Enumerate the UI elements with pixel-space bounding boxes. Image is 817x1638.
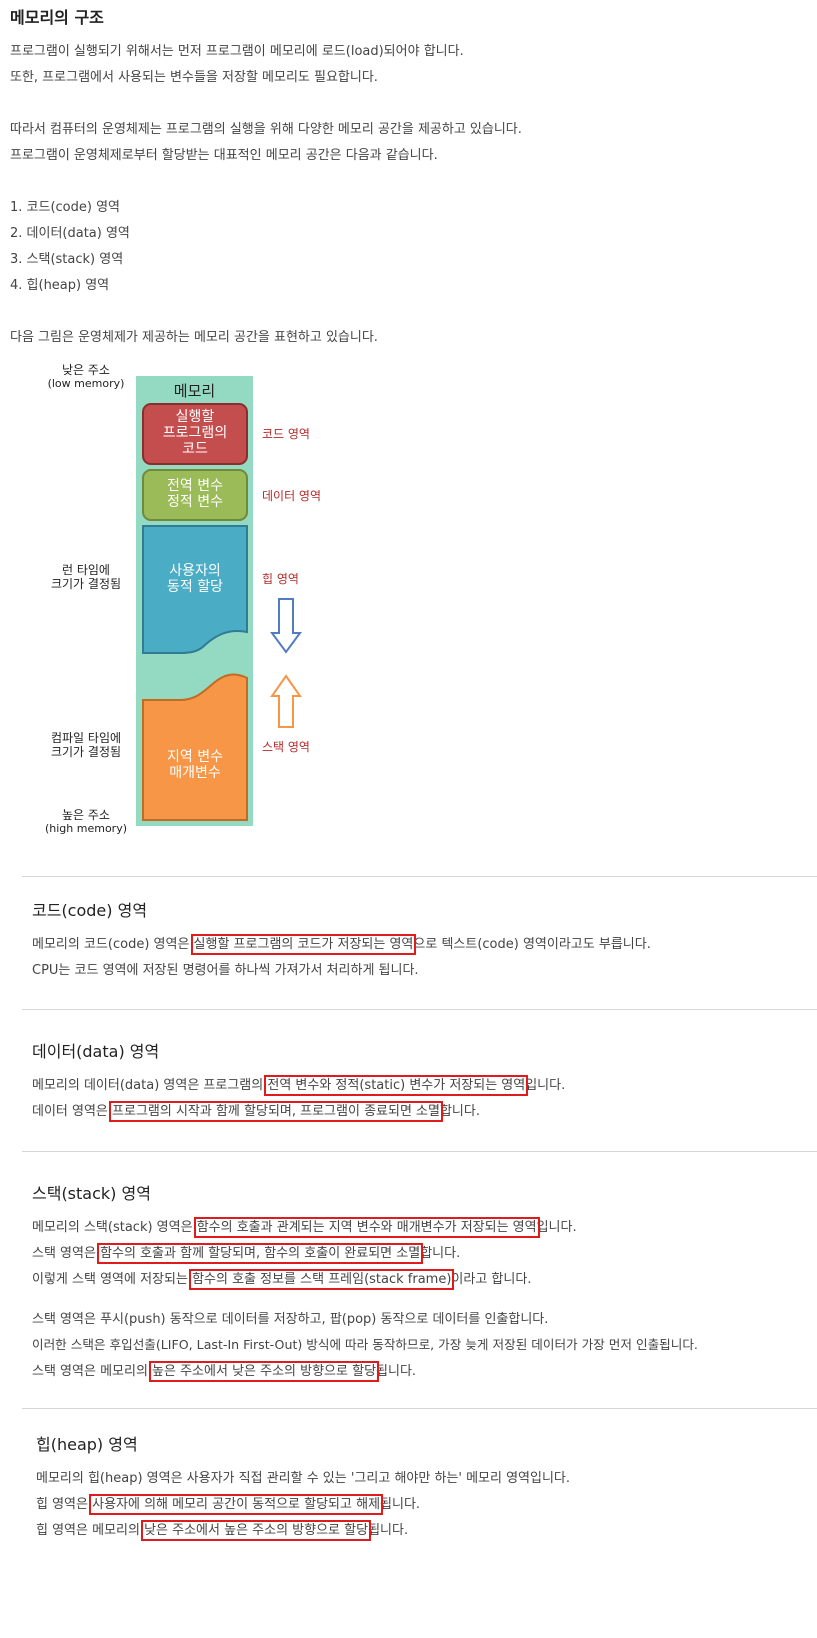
code-section-title: 코드(code) 영역: [32, 901, 148, 920]
code-section-line-1: 메모리의 코드(code) 영역은 실행할 프로그램의 코드가 저장되는 영역으…: [32, 934, 651, 955]
memory-title: 메모리: [173, 382, 216, 400]
stack-section: 스택(stack) 영역 메모리의 스택(stack) 영역은 함수의 호출과 …: [22, 1151, 817, 1407]
heap-section-line-2: 힙 영역은 사용자에 의해 메모리 공간이 동적으로 할당되고 해제됩니다.: [36, 1494, 421, 1515]
highlight: 전역 변수와 정적(static) 변수가 저장되는 영역: [264, 1075, 529, 1096]
stack-section-line-1: 메모리의 스택(stack) 영역은 함수의 호출과 관계되는 지역 변수와 매…: [32, 1217, 577, 1238]
up-arrow-icon: [270, 674, 302, 728]
stack-section-line-4: 스택 영역은 푸시(push) 동작으로 데이터를 저장하고, 팝(pop) 동…: [32, 1312, 549, 1327]
code-area-label: 코드 영역: [262, 427, 310, 441]
highlight: 함수의 호출과 함께 할당되며, 함수의 호출이 완료되면 소멸: [97, 1243, 424, 1264]
heap-box-label: 사용자의 동적 할당: [167, 563, 223, 595]
highlight: 실행할 프로그램의 코드가 저장되는 영역: [190, 934, 417, 955]
highlight: 프로그램의 시작과 함께 할당되며, 프로그램이 종료되면 소멸: [109, 1101, 443, 1122]
heap-section-title: 힙(heap) 영역: [36, 1435, 138, 1454]
data-box-label: 전역 변수 정적 변수: [167, 478, 223, 510]
heap-section-line-1: 메모리의 힙(heap) 영역은 사용자가 직접 관리할 수 있는 '그리고 해…: [36, 1471, 571, 1486]
code-box-label: 실행할 프로그램의 코드: [162, 409, 228, 457]
heap-section: 힙(heap) 영역 메모리의 힙(heap) 영역은 사용자가 직접 관리할 …: [22, 1408, 817, 1638]
data-section-line-2: 데이터 영역은 프로그램의 시작과 함께 할당되며, 프로그램이 종료되면 소멸…: [32, 1101, 480, 1122]
data-section-title: 데이터(data) 영역: [32, 1042, 160, 1061]
data-area-label: 데이터 영역: [262, 489, 322, 503]
stack-section-line-2: 스택 영역은 함수의 호출과 함께 할당되며, 함수의 호출이 완료되면 소멸합…: [32, 1243, 461, 1264]
stack-section-line-3: 이렇게 스택 영역에 저장되는 함수의 호출 정보를 스택 프레임(stack …: [32, 1269, 532, 1290]
stack-box-label: 지역 변수 매개변수: [167, 749, 223, 781]
stack-section-line-5: 이러한 스택은 후입선출(LIFO, Last-In First-Out) 방식…: [32, 1337, 698, 1352]
highlight: 함수의 호출과 관계되는 지역 변수와 매개변수가 저장되는 영역: [193, 1217, 540, 1238]
stack-section-title: 스택(stack) 영역: [32, 1184, 151, 1203]
code-section: 코드(code) 영역 메모리의 코드(code) 영역은 실행할 프로그램의 …: [22, 876, 817, 1007]
heap-area-label: 힙 영역: [262, 572, 299, 586]
data-section: 데이터(data) 영역 메모리의 데이터(data) 영역은 프로그램의 전역…: [22, 1009, 817, 1150]
data-section-line-1: 메모리의 데이터(data) 영역은 프로그램의 전역 변수와 정적(stati…: [32, 1075, 566, 1096]
heap-section-line-3: 힙 영역은 메모리의 낮은 주소에서 높은 주소의 방향으로 할당됩니다.: [36, 1520, 409, 1541]
down-arrow-icon: [270, 598, 302, 654]
highlight: 낮은 주소에서 높은 주소의 방향으로 할당: [141, 1520, 372, 1541]
stack-area-label: 스택 영역: [262, 740, 310, 754]
code-section-line-2: CPU는 코드 영역에 저장된 명령어를 하나씩 가져가서 처리하게 됩니다.: [32, 963, 419, 978]
stack-section-line-6: 스택 영역은 메모리의 높은 주소에서 낮은 주소의 방향으로 할당됩니다.: [32, 1361, 417, 1382]
highlight: 함수의 호출 정보를 스택 프레임(stack frame): [189, 1269, 455, 1290]
memory-layout-graphic: [136, 376, 302, 826]
highlight: 사용자에 의해 메모리 공간이 동적으로 할당되고 해제: [89, 1494, 384, 1515]
highlight: 높은 주소에서 낮은 주소의 방향으로 할당: [149, 1361, 380, 1382]
